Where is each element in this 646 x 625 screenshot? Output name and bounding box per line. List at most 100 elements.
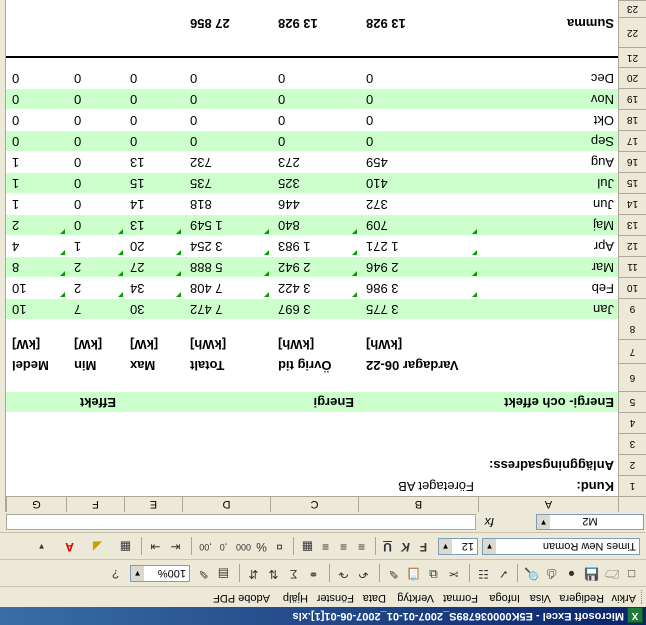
underline-icon[interactable]: U	[379, 538, 396, 555]
month-value-cell[interactable]: 273	[278, 152, 358, 172]
section-energy-effect[interactable]: Energi- och effekt	[504, 392, 614, 412]
month-value-cell[interactable]: 1	[12, 173, 66, 193]
month-value-cell[interactable]: 0	[366, 110, 478, 130]
menu-arkiv[interactable]: Arkiv	[612, 592, 636, 604]
month-value-cell[interactable]: 1 983	[278, 236, 358, 256]
month-value-cell[interactable]: 2 942	[278, 257, 358, 277]
unit-max[interactable]: [kW]	[130, 337, 182, 352]
month-value-cell[interactable]: 14	[130, 194, 182, 214]
month-name-cell[interactable]: Dec	[591, 68, 614, 88]
row-header[interactable]: 23	[618, 0, 646, 17]
month-value-cell[interactable]: 410	[366, 173, 478, 193]
month-value-cell[interactable]: 0	[366, 131, 478, 151]
select-all-corner[interactable]	[618, 496, 646, 512]
month-name-cell[interactable]: Aug	[591, 152, 614, 172]
month-name-cell[interactable]: Apr	[594, 236, 614, 256]
unit-min[interactable]: [kW]	[74, 337, 124, 352]
row-header[interactable]: 4	[618, 412, 646, 433]
month-value-cell[interactable]: 0	[74, 173, 124, 193]
sum-label[interactable]: Summa	[567, 13, 614, 33]
month-value-cell[interactable]: 3 775	[366, 299, 478, 319]
thousands-icon[interactable]: 000	[235, 538, 252, 555]
merge-center-icon[interactable]: ▦	[299, 538, 316, 555]
month-name-cell[interactable]: Feb	[592, 278, 614, 298]
month-value-cell[interactable]: 0	[366, 89, 478, 109]
row-header[interactable]: 3	[618, 433, 646, 454]
row-header[interactable]: 16	[618, 151, 646, 172]
italic-icon[interactable]: K	[397, 538, 414, 555]
month-value-cell[interactable]: 5 888	[190, 257, 270, 277]
month-value-cell[interactable]: 0	[278, 131, 358, 151]
month-value-cell[interactable]: 372	[366, 194, 478, 214]
month-value-cell[interactable]: 0	[74, 131, 124, 151]
header-min[interactable]: Min	[74, 358, 124, 373]
month-value-cell[interactable]: 0	[74, 68, 124, 88]
month-value-cell[interactable]: 3 697	[278, 299, 358, 319]
borders-icon[interactable]: ▦	[117, 538, 134, 555]
row-header[interactable]: 2	[618, 454, 646, 475]
month-value-cell[interactable]: 0	[278, 68, 358, 88]
excel-app-icon[interactable]: X	[627, 607, 643, 623]
month-name-cell[interactable]: Jun	[593, 194, 614, 214]
hyperlink-icon[interactable]: ⚭	[305, 565, 322, 582]
research-icon[interactable]: ☷	[475, 565, 492, 582]
chevron-down-icon[interactable]: ▼	[483, 539, 496, 554]
row-header[interactable]: 20	[618, 67, 646, 88]
unit-medel[interactable]: [kW]	[12, 337, 66, 352]
month-name-cell[interactable]: Jan	[593, 299, 614, 319]
month-name-cell[interactable]: Maj	[593, 215, 614, 235]
copy-icon[interactable]: ⧉	[425, 565, 442, 582]
menu-redigera[interactable]: Redigera	[559, 592, 604, 604]
address-label[interactable]: Anläggningsadress:	[489, 455, 614, 475]
month-value-cell[interactable]: 2 946	[366, 257, 478, 277]
increase-decimal-icon[interactable]: ,0	[215, 538, 232, 555]
permission-icon[interactable]: ●	[563, 565, 580, 582]
section-effect[interactable]: Effekt	[80, 392, 116, 412]
row-header[interactable]: 12	[618, 235, 646, 256]
month-value-cell[interactable]: 325	[278, 173, 358, 193]
month-value-cell[interactable]: 3 254	[190, 236, 270, 256]
unit-total[interactable]: [kWh]	[190, 337, 270, 352]
column-header-g[interactable]: G	[6, 496, 66, 512]
decrease-decimal-icon[interactable]: ,00	[197, 538, 214, 555]
month-name-cell[interactable]: Okt	[594, 110, 614, 130]
font-size-select[interactable]: 12 ▼	[438, 538, 478, 555]
print-preview-icon[interactable]: 🔍	[523, 565, 540, 582]
month-value-cell[interactable]: 0	[278, 89, 358, 109]
month-value-cell[interactable]: 0	[278, 110, 358, 130]
align-center-icon[interactable]: ≡	[335, 538, 352, 555]
month-value-cell[interactable]: 0	[130, 131, 182, 151]
header-other-time[interactable]: Övrig tid	[278, 358, 358, 373]
month-value-cell[interactable]: 1 271	[366, 236, 478, 256]
month-value-cell[interactable]: 0	[74, 89, 124, 109]
column-header-b[interactable]: B	[358, 496, 478, 512]
toolbar-options-icon[interactable]: ▼	[33, 538, 50, 555]
undo-icon[interactable]: ↶	[355, 565, 372, 582]
header-total[interactable]: Totalt	[190, 358, 270, 373]
chevron-down-icon[interactable]: ▼	[439, 539, 452, 554]
fx-icon[interactable]: fx	[485, 515, 494, 529]
drawing-icon[interactable]: ✎	[195, 565, 212, 582]
autosum-icon[interactable]: Σ	[285, 565, 302, 582]
row-header[interactable]: 1	[618, 475, 646, 496]
month-value-cell[interactable]: 446	[278, 194, 358, 214]
menu-infoga[interactable]: Infoga	[489, 592, 520, 604]
sort-ascending-icon[interactable]: ⇅	[265, 565, 282, 582]
month-name-cell[interactable]: Jul	[597, 173, 614, 193]
row-header[interactable]: 6	[618, 363, 646, 391]
format-painter-icon[interactable]: ✎	[385, 565, 402, 582]
print-icon[interactable]: ⎙	[543, 565, 560, 582]
month-value-cell[interactable]: 0	[12, 89, 66, 109]
month-value-cell[interactable]: 15	[130, 173, 182, 193]
row-header[interactable]: 14	[618, 193, 646, 214]
month-value-cell[interactable]: 0	[12, 110, 66, 130]
month-value-cell[interactable]: 34	[130, 278, 182, 298]
month-value-cell[interactable]: 0	[12, 131, 66, 151]
month-value-cell[interactable]: 818	[190, 194, 270, 214]
help-icon[interactable]: ?	[107, 565, 124, 582]
font-color-icon[interactable]: A	[61, 538, 78, 555]
month-value-cell[interactable]: 10	[12, 278, 66, 298]
spelling-icon[interactable]: ✓	[495, 565, 512, 582]
month-value-cell[interactable]: 0	[74, 152, 124, 172]
sort-descending-icon[interactable]: ⇵	[245, 565, 262, 582]
